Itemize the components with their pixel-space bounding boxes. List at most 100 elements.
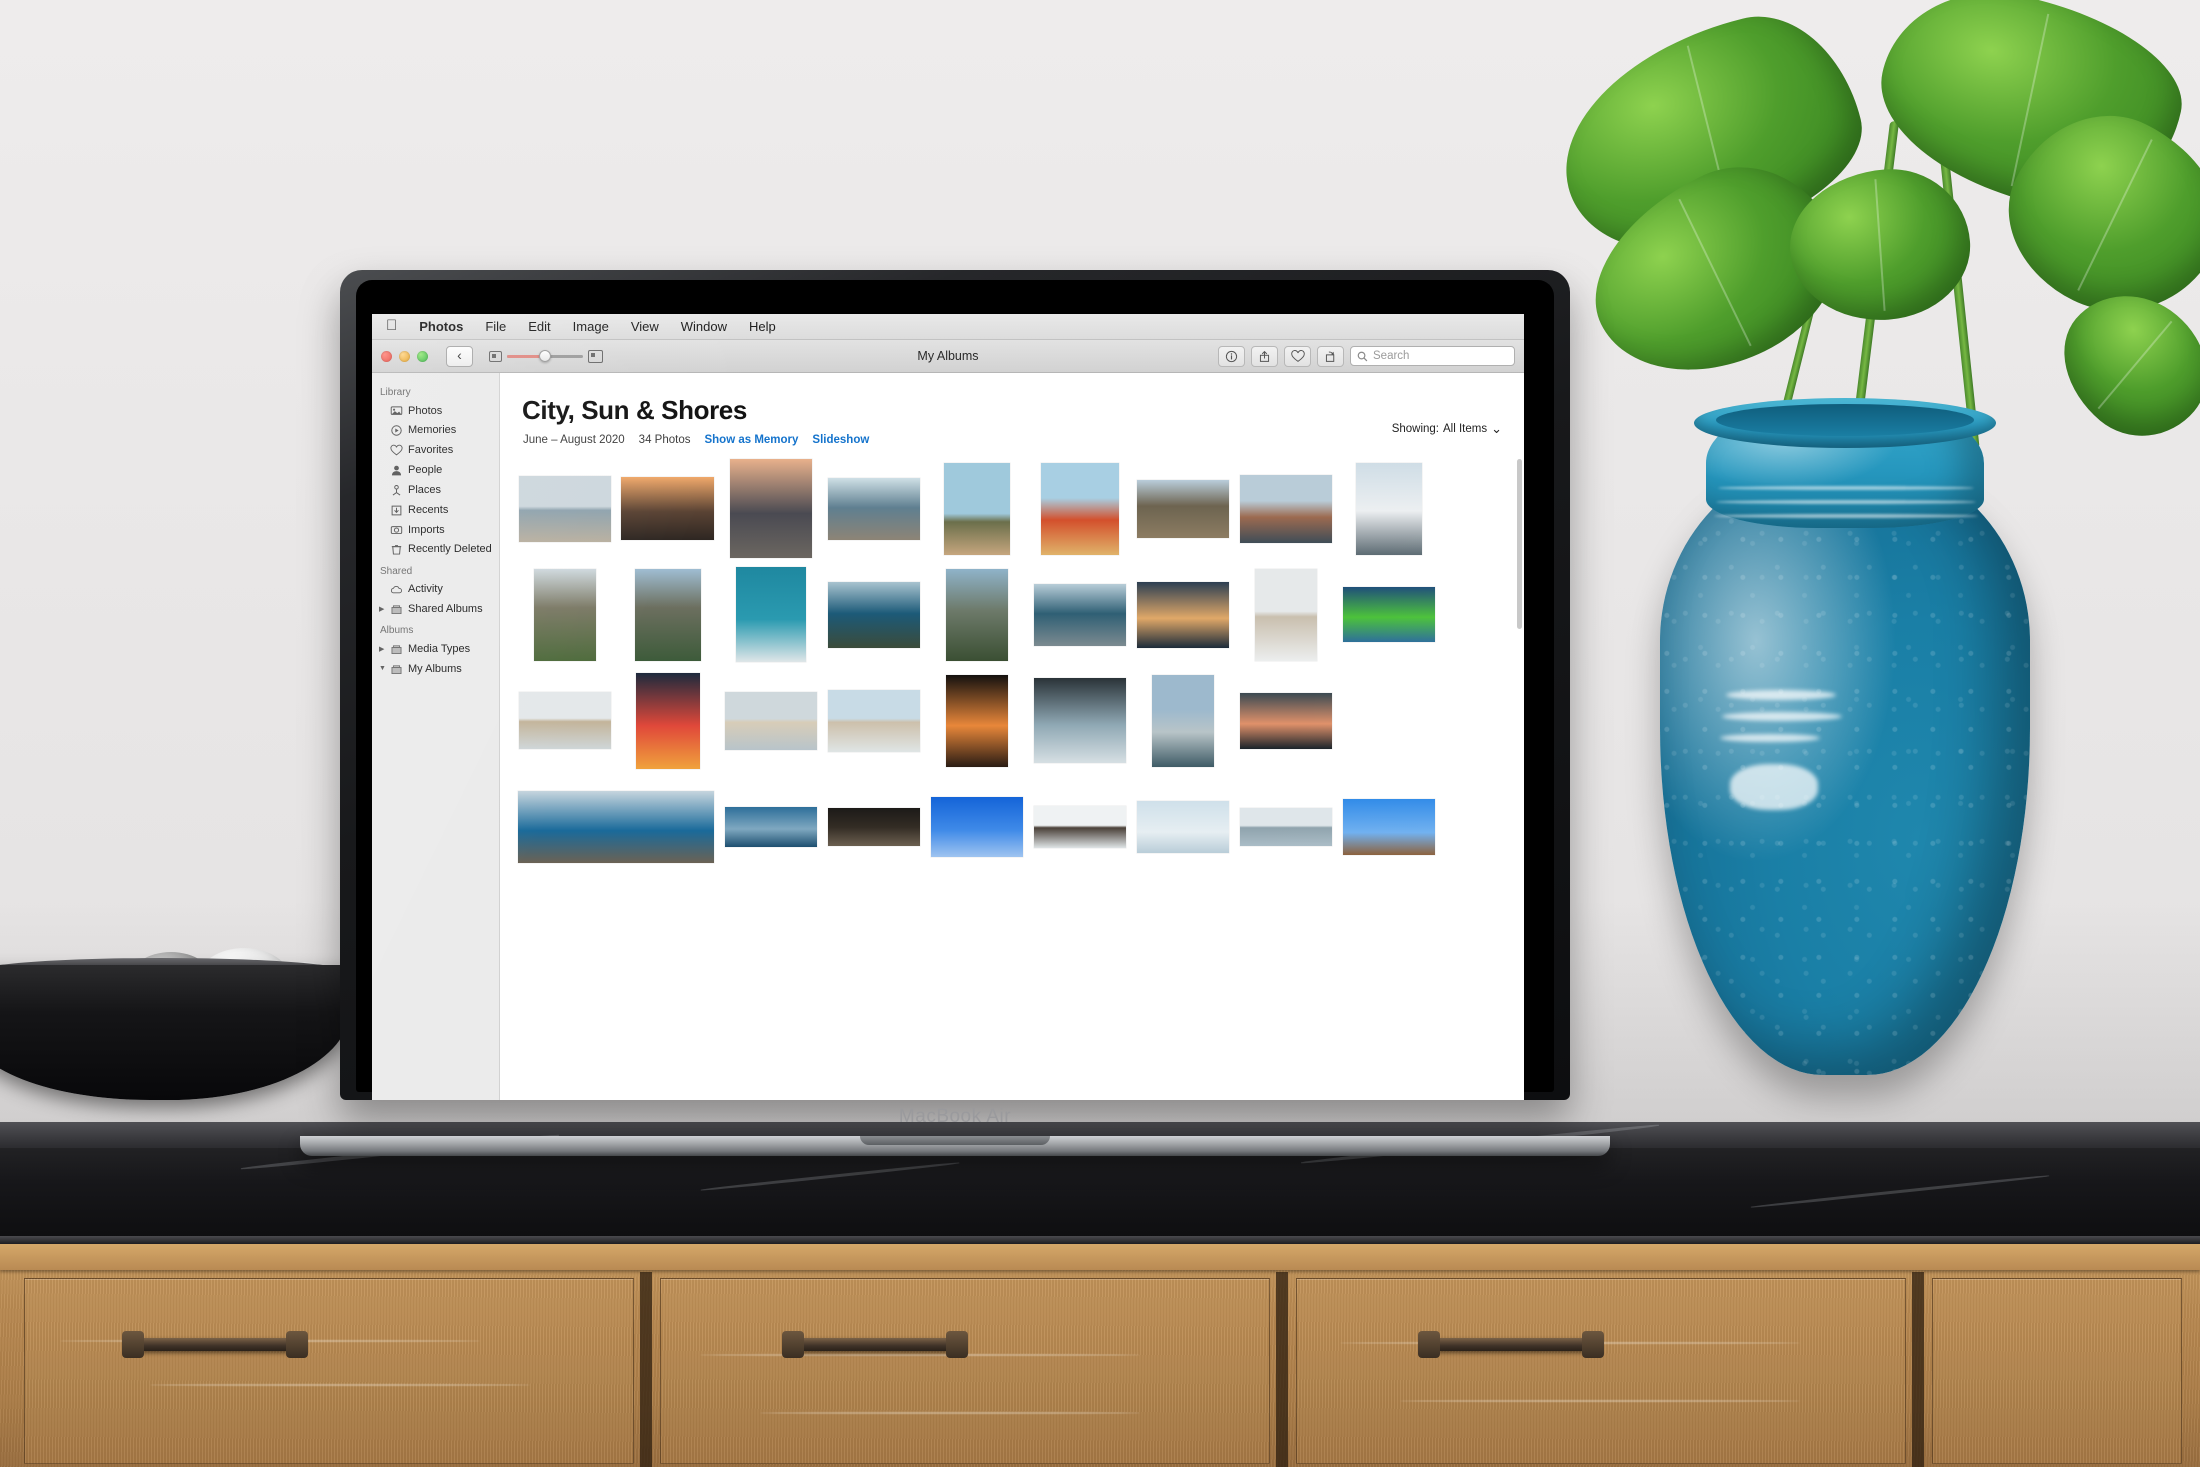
info-button[interactable]	[1218, 345, 1245, 367]
photo-cell[interactable]	[513, 563, 616, 666]
photo-cell[interactable]	[1337, 457, 1440, 560]
photo-thumbnail[interactable]	[1033, 678, 1126, 763]
drawer-handle[interactable]	[782, 1331, 968, 1358]
maximize-button[interactable]	[417, 350, 428, 362]
photo-thumbnail[interactable]	[945, 568, 1008, 661]
sidebar[interactable]: Library Photos Memories Favorites People…	[372, 373, 500, 1100]
menu-item-help[interactable]: Help	[738, 319, 787, 334]
photo-thumbnail[interactable]	[827, 477, 920, 540]
sidebar-item-shared-albums[interactable]: ▶ Shared Albums	[372, 600, 499, 620]
photo-cell[interactable]	[822, 669, 925, 772]
photo-thumbnail[interactable]	[518, 790, 714, 863]
sidebar-item-recently-deleted[interactable]: Recently Deleted	[372, 540, 499, 560]
photo-thumbnail[interactable]	[1151, 674, 1214, 767]
photo-cell[interactable]	[1131, 775, 1234, 878]
sidebar-item-my-albums[interactable]: ▼ My Albums	[372, 659, 499, 679]
photo-cell[interactable]	[616, 457, 719, 560]
sidebar-item-activity[interactable]: Activity	[372, 580, 499, 600]
close-button[interactable]	[381, 350, 392, 362]
photo-thumbnail[interactable]	[635, 672, 700, 769]
photo-cell[interactable]	[822, 563, 925, 666]
photo-thumbnail[interactable]	[634, 568, 701, 661]
photo-thumbnail[interactable]	[827, 689, 920, 752]
showing-filter[interactable]: Showing: All Items ⌄	[1392, 422, 1502, 435]
photo-cell[interactable]	[822, 775, 925, 878]
photo-cell[interactable]	[616, 669, 719, 772]
menu-item-image[interactable]: Image	[562, 319, 620, 334]
photo-cell[interactable]	[513, 457, 616, 560]
zoom-in-icon[interactable]	[588, 349, 603, 363]
chevron-right-icon[interactable]: ▶	[379, 645, 384, 654]
sidebar-item-people[interactable]: People	[372, 461, 499, 481]
photo-cell[interactable]	[1028, 669, 1131, 772]
photo-cell[interactable]	[925, 775, 1028, 878]
photo-cell[interactable]	[925, 457, 1028, 560]
zoom-out-icon[interactable]	[489, 350, 502, 362]
chevron-right-icon[interactable]: ▶	[379, 605, 384, 614]
photo-thumbnail[interactable]	[1033, 583, 1126, 646]
zoom-slider-knob[interactable]	[538, 350, 551, 362]
photo-thumbnail[interactable]	[930, 796, 1023, 857]
photo-thumbnail[interactable]	[518, 692, 611, 749]
photo-thumbnail[interactable]	[1136, 479, 1229, 538]
favorite-button[interactable]	[1284, 345, 1311, 367]
slideshow-link[interactable]: Slideshow	[812, 434, 869, 446]
minimize-button[interactable]	[399, 350, 410, 362]
photo-thumbnail[interactable]	[724, 691, 817, 750]
photo-cell[interactable]	[1131, 669, 1234, 772]
photo-cell[interactable]	[1234, 775, 1337, 878]
photo-cell[interactable]	[1028, 563, 1131, 666]
menu-item-window[interactable]: Window	[670, 319, 738, 334]
chevron-down-icon[interactable]: ⌄	[1491, 422, 1502, 435]
share-button[interactable]	[1251, 345, 1278, 367]
search-field[interactable]: Search	[1350, 346, 1515, 366]
sidebar-item-media-types[interactable]: ▶ Media Types	[372, 639, 499, 659]
photo-grid[interactable]	[513, 457, 1514, 1100]
photo-cell[interactable]	[513, 775, 719, 878]
window-controls[interactable]	[381, 350, 428, 362]
photo-cell[interactable]	[616, 563, 719, 666]
photo-thumbnail[interactable]	[1239, 807, 1332, 846]
photo-cell[interactable]	[719, 457, 822, 560]
photo-thumbnail[interactable]	[724, 806, 817, 847]
photo-thumbnail[interactable]	[945, 674, 1008, 767]
photo-thumbnail[interactable]	[1342, 587, 1435, 642]
photo-cell[interactable]	[513, 669, 616, 772]
vertical-scrollbar[interactable]	[1517, 459, 1522, 629]
menu-item-photos[interactable]: Photos	[408, 319, 474, 334]
menu-item-edit[interactable]: Edit	[517, 319, 561, 334]
photo-cell[interactable]	[1337, 563, 1440, 666]
photo-cell[interactable]	[719, 775, 822, 878]
rotate-button[interactable]	[1317, 345, 1344, 367]
sidebar-item-places[interactable]: Places	[372, 480, 499, 500]
photo-cell[interactable]	[925, 669, 1028, 772]
sidebar-item-favorites[interactable]: Favorites	[372, 441, 499, 461]
photo-cell[interactable]	[1028, 775, 1131, 878]
photo-thumbnail[interactable]	[533, 568, 596, 661]
macos-menubar[interactable]:  Photos File Edit Image View Window Hel…	[372, 314, 1524, 340]
photo-cell[interactable]	[1337, 775, 1440, 878]
photo-cell[interactable]	[1234, 563, 1337, 666]
photo-thumbnail[interactable]	[827, 807, 920, 846]
photo-thumbnail[interactable]	[1239, 474, 1332, 543]
back-button[interactable]: ‹	[446, 345, 473, 367]
sidebar-item-photos[interactable]: Photos	[372, 401, 499, 421]
thumbnail-zoom-control[interactable]	[489, 349, 603, 363]
photo-cell[interactable]	[1131, 563, 1234, 666]
photo-thumbnail[interactable]	[1239, 692, 1332, 749]
drawer-handle[interactable]	[122, 1331, 308, 1358]
photo-cell[interactable]	[719, 563, 822, 666]
photo-cell[interactable]	[925, 563, 1028, 666]
photo-cell[interactable]	[1234, 457, 1337, 560]
sidebar-item-imports[interactable]: Imports	[372, 520, 499, 540]
photo-thumbnail[interactable]	[1355, 462, 1422, 555]
menu-item-file[interactable]: File	[474, 319, 517, 334]
photo-thumbnail[interactable]	[827, 581, 920, 648]
photo-thumbnail[interactable]	[1136, 581, 1229, 648]
photo-cell[interactable]	[1028, 457, 1131, 560]
show-as-memory-link[interactable]: Show as Memory	[704, 434, 798, 446]
sidebar-item-memories[interactable]: Memories	[372, 421, 499, 441]
chevron-down-icon[interactable]: ▼	[379, 664, 386, 673]
photo-cell[interactable]	[822, 457, 925, 560]
sidebar-item-recents[interactable]: Recents	[372, 500, 499, 520]
